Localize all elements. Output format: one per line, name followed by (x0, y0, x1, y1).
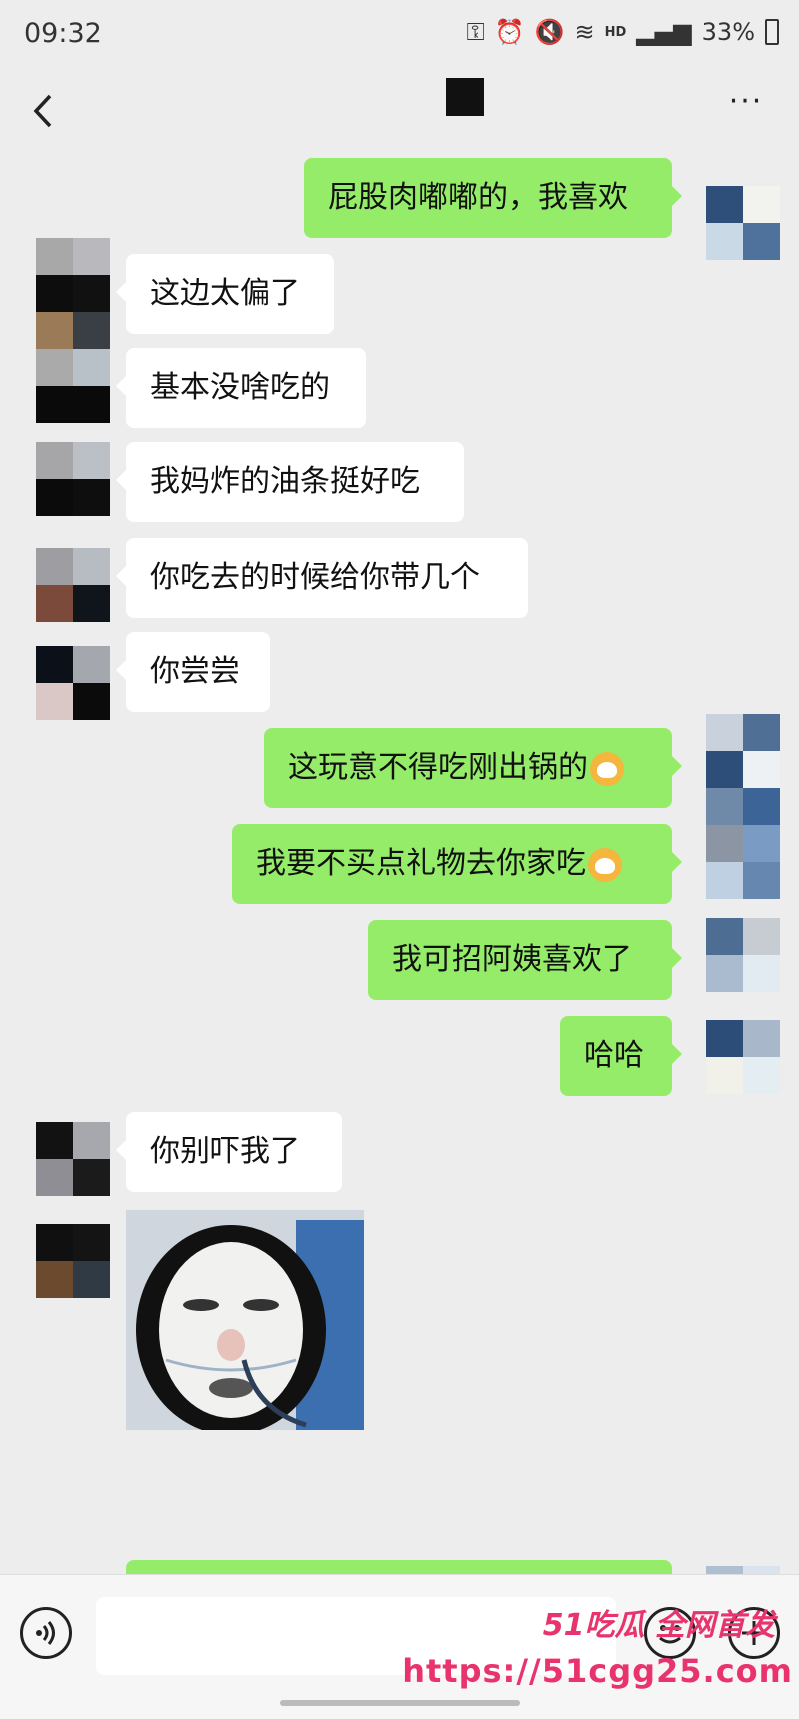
status-icons: ⚿ ⏰ 🔇 ≋ HD ▂▄▆ 33% (466, 18, 779, 46)
sticker-image[interactable] (126, 1210, 364, 1430)
vpn-key-icon: ⚿ (466, 18, 485, 46)
alarm-icon: ⏰ (494, 18, 525, 46)
back-button[interactable] (26, 86, 66, 136)
message-text: 我妈炸的油条挺好吃 (150, 464, 420, 499)
watermark-url: https://51cgg25.com (402, 1652, 793, 1690)
message-text: 这边太偏了 (150, 276, 300, 311)
message-bubble-outgoing[interactable]: 这玩意不得吃刚出锅的 (264, 728, 682, 808)
avatar-self[interactable] (706, 186, 780, 260)
more-button[interactable]: ··· (721, 84, 771, 124)
avatar-contact[interactable] (36, 1224, 110, 1298)
watermark: 51吃瓜 全网首发 https://51cgg25.com (402, 1600, 799, 1718)
message-bubble-outgoing[interactable]: 我可招阿姨喜欢了 (368, 920, 682, 1000)
message-text: 我要不买点礼物去你家吃 (256, 846, 586, 881)
message-bubble-incoming[interactable]: 你吃去的时候给你带几个 (116, 538, 528, 618)
message-text: 屁股肉嘟嘟的，我喜欢 (328, 180, 628, 215)
message-bubble-incoming[interactable]: 你尝尝 (116, 632, 270, 712)
message-text: 你吃去的时候给你带几个 (150, 560, 480, 595)
message-bubble-outgoing-partial[interactable] (126, 1560, 672, 1574)
battery-icon (765, 19, 779, 45)
avatar-contact[interactable] (36, 238, 110, 423)
avatar-contact[interactable] (36, 1122, 110, 1196)
avatar-contact[interactable] (36, 548, 110, 622)
message-bubble-outgoing[interactable]: 我要不买点礼物去你家吃 (232, 824, 682, 904)
avatar-self[interactable] (706, 918, 780, 992)
voice-icon (36, 1621, 55, 1645)
avatar-self[interactable] (706, 1020, 780, 1094)
avatar-contact[interactable] (36, 442, 110, 516)
status-time: 09:32 (24, 18, 102, 49)
voice-button[interactable] (20, 1607, 72, 1659)
battery-label: 33% (701, 18, 755, 46)
contact-name-redacted (446, 78, 484, 116)
status-bar: 09:32 ⚿ ⏰ 🔇 ≋ HD ▂▄▆ 33% (0, 0, 799, 72)
message-bubble-incoming[interactable]: 这边太偏了 (116, 254, 334, 334)
avatar-contact[interactable] (36, 646, 110, 720)
network-hd-label: HD (604, 24, 627, 40)
avatar-self-partial[interactable] (706, 1566, 780, 1574)
meme-face-icon (126, 1210, 364, 1430)
chat-messages[interactable]: 屁股肉嘟嘟的，我喜欢 这边太偏了 基本没啥吃的 我妈炸的油条挺好吃 你吃去的时候… (0, 152, 799, 1574)
cat-emoji-icon (588, 847, 622, 882)
message-bubble-incoming[interactable]: 基本没啥吃的 (116, 348, 366, 428)
message-bubble-incoming[interactable]: 你别吓我了 (116, 1112, 342, 1192)
watermark-line1: 51吃瓜 全网首发 (542, 1608, 775, 1643)
message-text: 基本没啥吃的 (150, 370, 330, 405)
avatar-self[interactable] (706, 714, 780, 899)
message-bubble-outgoing[interactable]: 哈哈 (560, 1016, 682, 1096)
message-text: 哈哈 (584, 1038, 644, 1073)
mute-icon: 🔇 (534, 18, 565, 46)
home-indicator[interactable] (280, 1700, 520, 1706)
wifi-icon: ≋ (574, 18, 595, 46)
chat-header: ··· (0, 72, 799, 152)
message-bubble-outgoing[interactable]: 屁股肉嘟嘟的，我喜欢 (304, 158, 682, 238)
signal-icon: ▂▄▆ (636, 18, 692, 46)
cat-emoji-icon (590, 751, 624, 786)
message-text: 你别吓我了 (150, 1134, 300, 1169)
message-text: 你尝尝 (150, 654, 240, 689)
message-bubble-incoming[interactable]: 我妈炸的油条挺好吃 (116, 442, 464, 522)
message-text: 这玩意不得吃刚出锅的 (288, 750, 588, 785)
chevron-left-icon (33, 94, 52, 128)
message-text: 我可招阿姨喜欢了 (392, 942, 632, 977)
